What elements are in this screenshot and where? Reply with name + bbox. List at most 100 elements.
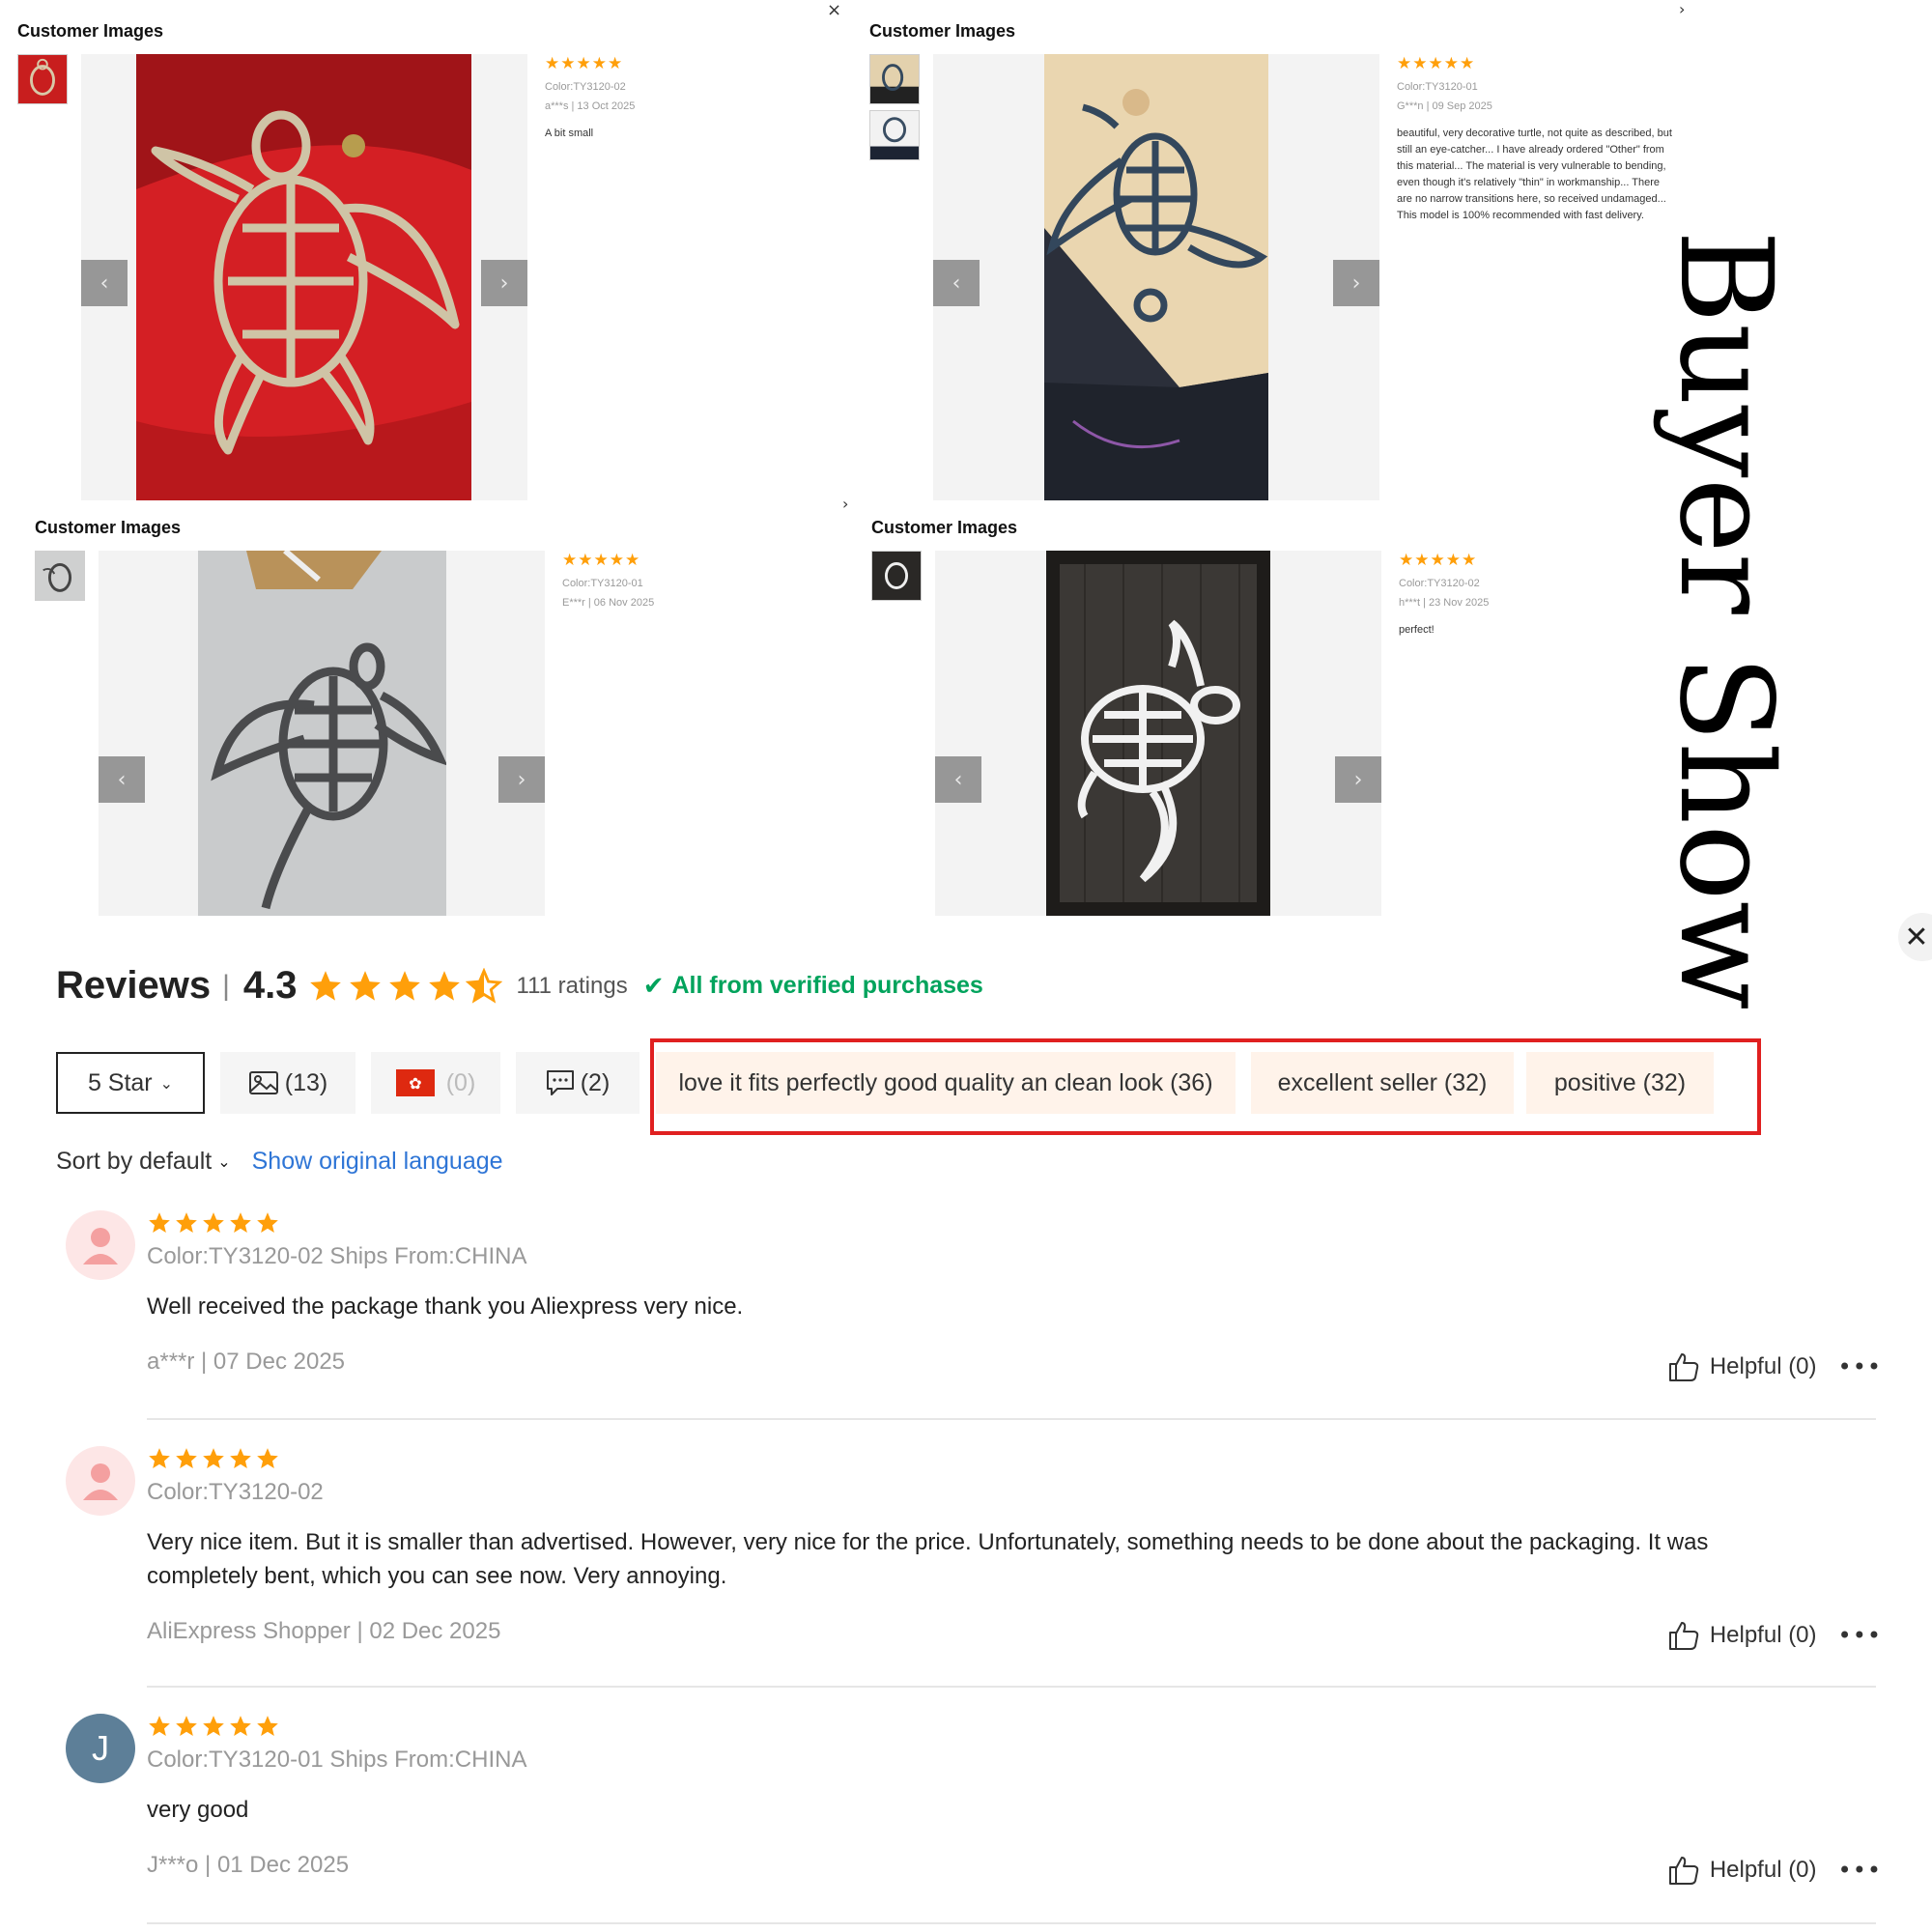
star-rating <box>147 1210 1886 1236</box>
chevron-left-icon: ‹ <box>953 767 963 792</box>
customer-photo[interactable] <box>1046 551 1270 916</box>
more-options-icon[interactable]: ••• <box>1838 1353 1882 1380</box>
star-icon <box>230 1716 251 1736</box>
helpful-label: Helpful (0) <box>1709 1857 1817 1883</box>
thumbs-up-icon <box>1668 1353 1698 1381</box>
review-author-date: E***r | 06 Nov 2025 <box>562 597 655 609</box>
thumbnail-strip <box>35 551 87 607</box>
show-original-language-link[interactable]: Show original language <box>252 1148 503 1176</box>
title-separator: | <box>222 969 230 1002</box>
image-viewer: ‹ › <box>935 551 1381 916</box>
more-options-icon[interactable]: ••• <box>1838 1857 1882 1884</box>
review-sku: Color:TY3120-02 <box>545 81 626 93</box>
image-icon <box>248 1071 278 1094</box>
helpful-button[interactable]: Helpful (0) ••• <box>1667 1855 1882 1886</box>
average-score: 4.3 <box>242 964 298 1007</box>
prev-image-button[interactable]: ‹ <box>99 756 145 803</box>
helpful-button[interactable]: Helpful (0) ••• <box>1667 1351 1882 1382</box>
review-item: Color:TY3120-02 Very nice item. But it i… <box>56 1446 1882 1668</box>
review-text: perfect! <box>1399 624 1435 636</box>
avatar: J <box>66 1714 135 1783</box>
panel-review: ★★★★★ Color:TY3120-01 E***r | 06 Nov 202… <box>562 551 842 609</box>
with-comments-filter[interactable]: (2) <box>516 1052 639 1114</box>
review-sku: Color:TY3120-01 <box>562 578 643 589</box>
star-icon <box>149 1716 170 1736</box>
customer-images-panel-1: Customer Images ‹ › ★★★★★ Color:TY3120-0… <box>17 21 838 500</box>
star-icon <box>349 970 381 1001</box>
star-filter-dropdown[interactable]: 5 Star ⌄ <box>56 1052 205 1114</box>
review-body: Color:TY3120-02 Ships From:CHINA Well re… <box>147 1210 1886 1376</box>
star-filter-label: 5 Star <box>87 1068 153 1096</box>
review-body: Color:TY3120-02 Very nice item. But it i… <box>147 1446 1886 1645</box>
review-tag[interactable]: positive (32) <box>1526 1052 1714 1114</box>
reviews-title: Reviews <box>56 964 212 1007</box>
next-image-button[interactable]: › <box>481 260 527 306</box>
thumbnail-strip <box>871 551 923 607</box>
close-panel-icon[interactable]: × <box>827 0 841 20</box>
star-rating <box>147 1714 1886 1739</box>
more-options-icon[interactable]: ••• <box>1838 1622 1882 1649</box>
review-author-date: h***t | 23 Nov 2025 <box>1399 597 1490 609</box>
review-text: beautiful, very decorative turtle, not q… <box>1397 128 1672 221</box>
star-icon <box>257 1716 278 1736</box>
chevron-down-icon: ⌄ <box>217 1152 231 1171</box>
panel-title: Customer Images <box>35 518 182 537</box>
star-rating <box>147 1446 1886 1471</box>
chevron-right-icon: › <box>1351 270 1361 296</box>
review-author-date: a***r | 07 Dec 2025 <box>147 1349 346 1375</box>
with-images-filter[interactable]: (13) <box>220 1052 355 1114</box>
review-text: very good <box>147 1797 249 1823</box>
star-icon <box>230 1448 251 1468</box>
helpful-label: Helpful (0) <box>1709 1353 1817 1379</box>
half-star-icon <box>465 967 502 1004</box>
buyer-show-watermark: Buyer Show <box>1651 230 1800 1010</box>
thumbnail[interactable] <box>871 551 922 601</box>
images-count: (13) <box>284 1068 328 1096</box>
review-sku: Color:TY3120-01 Ships From:CHINA <box>147 1747 527 1773</box>
image-viewer: ‹ › <box>933 54 1379 500</box>
review-text: Well received the package thank you Alie… <box>147 1293 744 1320</box>
star-icon <box>257 1212 278 1233</box>
svg-text:✿: ✿ <box>409 1074 421 1093</box>
prev-image-button[interactable]: ‹ <box>933 260 980 306</box>
panel-review: ★★★★★ Color:TY3120-02 h***t | 23 Nov 202… <box>1399 551 1679 639</box>
prev-image-button[interactable]: ‹ <box>81 260 128 306</box>
customer-images-panel-4: Customer Images ‹ › ★★★★★ Color:TY3120-0… <box>871 518 1692 972</box>
review-sku: Color:TY3120-02 <box>1399 578 1480 589</box>
chevron-right-icon[interactable]: › <box>842 495 848 513</box>
avatar <box>66 1446 135 1516</box>
helpful-button[interactable]: Helpful (0) ••• <box>1667 1620 1882 1651</box>
review-author-date: AliExpress Shopper | 02 Dec 2025 <box>147 1618 501 1644</box>
star-icon <box>176 1716 197 1736</box>
thumbnail[interactable] <box>35 551 85 601</box>
close-icon[interactable]: ✕ <box>1898 913 1932 961</box>
customer-photo[interactable] <box>136 54 471 500</box>
star-icon <box>203 1448 224 1468</box>
customer-photo[interactable] <box>1044 54 1268 500</box>
chevron-right-icon: › <box>517 767 526 792</box>
customer-images-panel-3: Customer Images ‹ › ★★★★★ Color:TY3120-0… <box>35 518 856 972</box>
next-image-button[interactable]: › <box>1333 260 1379 306</box>
sort-dropdown[interactable]: Sort by default <box>56 1148 212 1176</box>
chevron-right-icon[interactable]: › <box>1679 0 1685 18</box>
next-image-button[interactable]: › <box>1335 756 1381 803</box>
thumbnail[interactable] <box>869 54 920 104</box>
review-tag[interactable]: love it fits perfectly good quality an c… <box>656 1052 1236 1114</box>
panel-review: ★★★★★ Color:TY3120-01 G***n | 09 Sep 202… <box>1397 54 1672 224</box>
review-author-date: J***o | 01 Dec 2025 <box>147 1852 350 1878</box>
star-rating: ★★★★★ <box>1397 54 1476 73</box>
review-divider <box>147 1922 1876 1924</box>
country-filter[interactable]: ✿ (0) <box>371 1052 500 1114</box>
thumbnail[interactable] <box>17 54 68 104</box>
review-tag[interactable]: excellent seller (32) <box>1251 1052 1514 1114</box>
ratings-count: 111 ratings <box>516 972 628 999</box>
panel-review: ★★★★★ Color:TY3120-02 a***s | 13 Oct 202… <box>545 54 825 142</box>
review-text: Very nice item. But it is smaller than a… <box>147 1529 1709 1589</box>
star-icon <box>309 970 341 1001</box>
prev-image-button[interactable]: ‹ <box>935 756 981 803</box>
customer-photo[interactable] <box>198 551 446 916</box>
thumbnail[interactable] <box>869 110 920 160</box>
panel-title: Customer Images <box>17 21 164 41</box>
thumbs-up-icon <box>1668 1857 1698 1885</box>
next-image-button[interactable]: › <box>498 756 545 803</box>
